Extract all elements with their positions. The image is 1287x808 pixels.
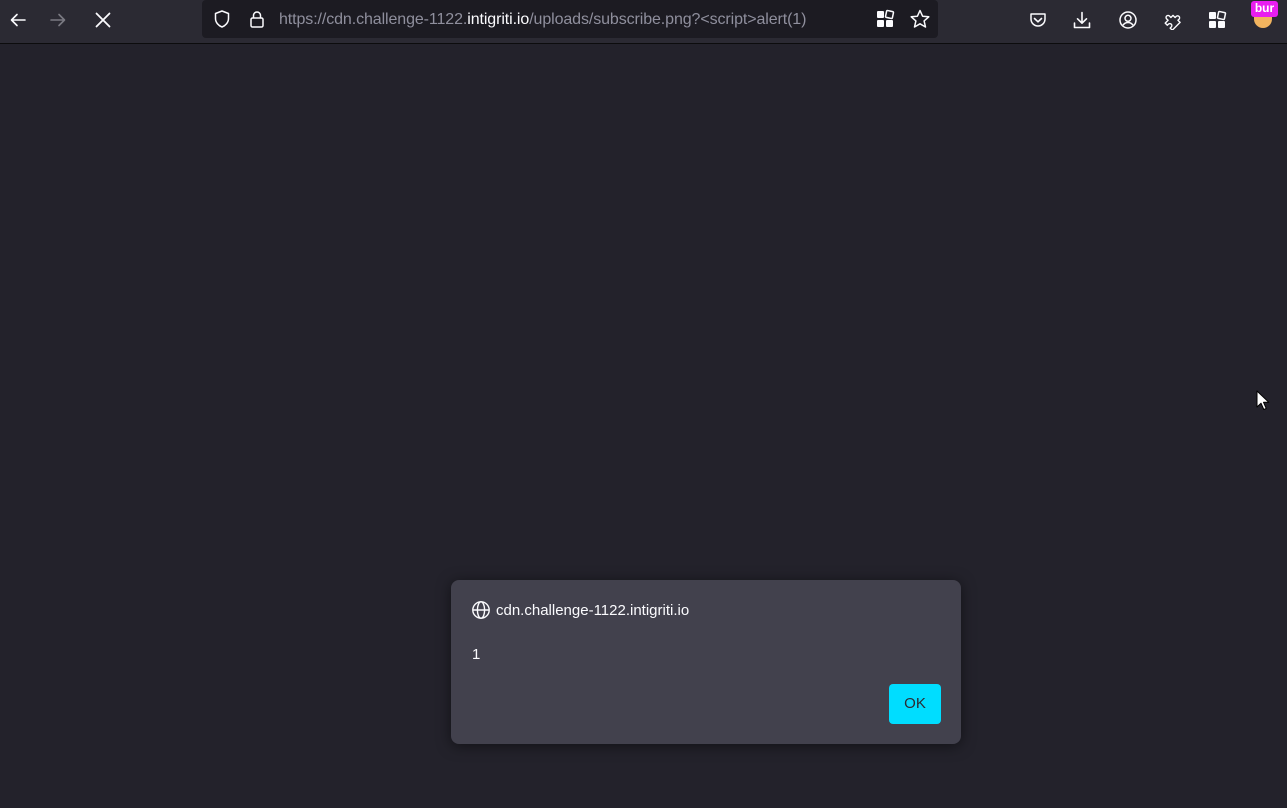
dialog-message: 1 [472,646,481,663]
tracking-protection-shield-icon[interactable] [210,7,234,31]
apps-grid-icon [1209,10,1227,28]
forward-arrow-icon [50,13,66,27]
qr-grid-icon[interactable] [873,7,897,31]
dialog-origin: cdn.challenge-1122.intigriti.io [496,602,690,619]
puzzle-icon [1164,14,1181,30]
url-text[interactable]: https://cdn.challenge-1122.intigriti.io/… [279,10,865,32]
downloads-button[interactable] [1064,4,1100,36]
lock-icon[interactable] [245,7,269,31]
extensions-button[interactable] [1155,4,1191,36]
apps-grid-button[interactable] [1199,4,1235,36]
url-suffix: /uploads/subscribe.png?<script>alert(1) [529,11,807,28]
extension-badge[interactable]: bur [1251,1,1278,17]
address-bar[interactable]: https://cdn.challenge-1122.intigriti.io/… [202,0,938,38]
forward-button[interactable] [40,4,76,36]
download-icon [1073,11,1091,29]
close-icon [95,12,111,28]
url-host: intigriti.io [467,11,530,28]
back-arrow-icon [10,13,26,27]
mouse-cursor-icon [1256,390,1270,410]
pocket-icon [1030,13,1046,27]
stop-button[interactable] [85,4,121,36]
url-prefix: https://cdn.challenge-1122. [279,11,468,28]
ok-button[interactable]: OK [889,684,941,724]
browser-toolbar: https://cdn.challenge-1122.intigriti.io/… [0,0,1287,44]
pocket-button[interactable] [1020,4,1056,36]
alert-dialog: cdn.challenge-1122.intigriti.io 1 OK [451,580,961,744]
globe-icon [472,601,490,619]
account-icon [1119,11,1137,29]
back-button[interactable] [0,4,36,36]
url-fade [845,6,867,34]
bookmark-star-icon[interactable] [908,7,932,31]
account-button[interactable] [1110,4,1146,36]
